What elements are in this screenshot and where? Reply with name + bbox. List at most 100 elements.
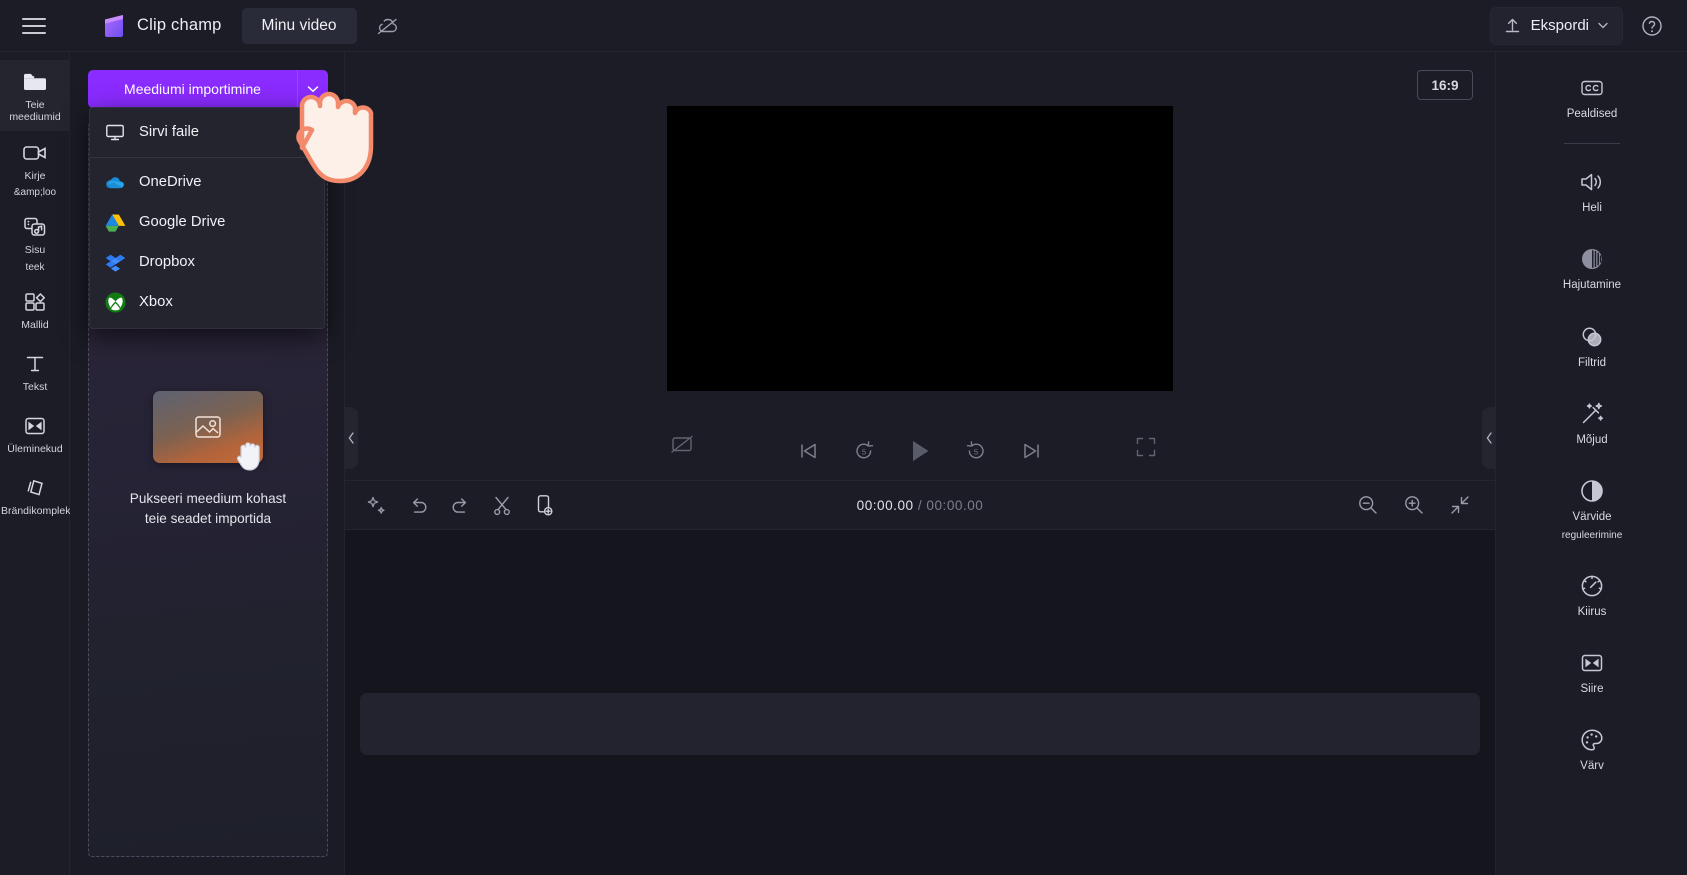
menu-item-google-drive[interactable]: Google Drive — [90, 202, 324, 242]
right-item-label: Kiirus — [1577, 605, 1607, 618]
timecode-display: 00:00.00 / 00:00.00 — [345, 498, 1495, 513]
xbox-icon — [104, 291, 126, 313]
skip-to-end-icon — [1024, 443, 1039, 459]
skip-to-start-icon — [801, 443, 816, 459]
top-bar: Clip champ Minu video Ekspordi — [0, 0, 1687, 52]
menu-item-label: Sirvi faile — [139, 124, 200, 140]
sidebar-label: Mallid — [21, 319, 49, 332]
cloud-off-icon[interactable] — [369, 9, 407, 43]
menu-divider — [90, 157, 324, 158]
sidebar-label: Kirje — [24, 169, 46, 182]
forward-5-button[interactable]: 5 — [961, 436, 991, 466]
current-time: 00:00.00 — [856, 497, 914, 513]
sidebar-label: Tekst — [22, 381, 48, 394]
drag-hand-icon — [231, 432, 271, 481]
google-drive-icon — [104, 211, 126, 233]
content-library-icon — [22, 214, 48, 240]
left-sidebar: Teie meediumid Kirje &amp;loo Sisu teek … — [0, 52, 74, 875]
dropzone-text: Pukseeri meedium kohast teie seadet impo… — [108, 489, 308, 528]
timeline-toolbar: 00:00.00 / 00:00.00 — [345, 480, 1495, 530]
right-item-fade[interactable]: Hajutamine — [1496, 237, 1687, 298]
video-preview[interactable] — [667, 106, 1173, 391]
right-item-color-balance[interactable]: Värvide reguleerimine — [1496, 469, 1687, 548]
right-item-label: Pealdised — [1566, 108, 1618, 120]
fullscreen-button[interactable] — [1135, 436, 1157, 463]
menu-item-onedrive[interactable]: OneDrive — [90, 162, 324, 202]
right-item-label: Mõjud — [1576, 433, 1608, 446]
timeline-body[interactable] — [345, 530, 1495, 875]
color-balance-icon — [1578, 477, 1606, 505]
export-button[interactable]: Ekspordi — [1489, 6, 1623, 45]
right-item-transition[interactable]: Siire — [1496, 641, 1687, 702]
right-item-label: Värvide — [1572, 511, 1612, 524]
sidebar-item-templates[interactable]: Mallid — [0, 280, 70, 342]
dropzone-text-line1: Pukseeri meedium kohast — [129, 491, 287, 507]
closed-captions-icon — [1578, 74, 1606, 102]
help-button[interactable] — [1633, 7, 1671, 45]
menu-item-label: Dropbox — [139, 254, 195, 270]
video-camera-icon — [22, 140, 48, 166]
clipchamp-editor: Clip champ Minu video Ekspordi Teie meed… — [0, 0, 1687, 875]
timeline-track[interactable] — [360, 693, 1480, 755]
export-label: Ekspordi — [1530, 17, 1589, 34]
menu-item-dropbox[interactable]: Dropbox — [90, 242, 324, 282]
help-circle-icon — [1642, 15, 1662, 36]
speedometer-icon — [1578, 572, 1606, 600]
player-controls: 5 5 — [345, 422, 1495, 480]
right-item-label: Heli — [1582, 202, 1602, 215]
aspect-ratio-button[interactable]: 16:9 — [1417, 70, 1473, 100]
dropzone-thumbnail — [153, 391, 263, 471]
filters-icon — [1578, 323, 1606, 351]
sidebar-item-text[interactable]: Tekst — [0, 342, 70, 404]
folder-icon — [22, 69, 48, 95]
monitor-icon — [104, 121, 126, 143]
menu-item-label: OneDrive — [139, 174, 202, 190]
sidebar-item-transitions[interactable]: Üleminekud — [0, 404, 70, 466]
import-media-split-button: Meediumi importimine — [88, 70, 328, 108]
rewind-5-icon: 5 — [856, 441, 874, 459]
sidebar-item-your-media[interactable]: Teie meediumid — [0, 60, 70, 131]
menu-item-browse-files[interactable]: Sirvi faile — [90, 112, 324, 152]
hamburger-menu-icon[interactable] — [12, 4, 56, 48]
fade-icon — [1578, 245, 1606, 273]
sidebar-item-content-library[interactable]: Sisu teek — [0, 205, 70, 280]
brand: Clip champ — [100, 13, 222, 39]
menu-item-label: Google Drive — [139, 214, 226, 230]
templates-icon — [22, 289, 48, 315]
import-dropdown-menu: Sirvi faile OneDrive Google Drive Dropbo… — [89, 107, 325, 329]
total-time: 00:00.00 — [926, 497, 984, 513]
right-item-filters[interactable]: Filtrid — [1496, 315, 1687, 376]
right-item-label: Värv — [1580, 760, 1604, 773]
clipchamp-logo-icon — [100, 13, 128, 39]
right-item-effects[interactable]: Mõjud — [1496, 392, 1687, 453]
skip-to-start-button[interactable] — [793, 436, 823, 466]
preview-stage: 16:9 5 5 00:00.00 / 00:00.00 — [344, 52, 1496, 875]
right-rail-divider — [1563, 143, 1620, 145]
play-button[interactable] — [905, 436, 935, 466]
import-media-dropdown-toggle[interactable] — [297, 70, 328, 108]
chevron-down-icon — [307, 86, 319, 93]
svg-text:5: 5 — [974, 448, 978, 457]
sidebar-label: Teie meediumid — [9, 99, 61, 123]
right-item-label: Hajutamine — [1562, 279, 1622, 292]
rewind-5-button[interactable]: 5 — [849, 436, 879, 466]
sidebar-label: Brändikomplekt — [1, 505, 74, 518]
skip-to-end-button[interactable] — [1017, 436, 1047, 466]
dropbox-icon — [104, 251, 126, 273]
project-tab[interactable]: Minu video — [241, 7, 357, 44]
right-item-color[interactable]: Värv — [1496, 718, 1687, 779]
menu-item-label: Xbox — [139, 294, 173, 310]
right-item-label: Filtrid — [1577, 356, 1607, 369]
import-media-button[interactable]: Meediumi importimine — [88, 70, 297, 108]
transitions-icon — [22, 413, 48, 439]
right-item-speed[interactable]: Kiirus — [1496, 564, 1687, 625]
right-item-audio[interactable]: Heli — [1496, 160, 1687, 221]
menu-item-xbox[interactable]: Xbox — [90, 282, 324, 322]
right-sidebar: Pealdised Heli Hajutamine Filtrid Mõjud … — [1495, 52, 1687, 875]
sidebar-item-brand-kit[interactable]: Brändikomplekt — [0, 466, 74, 528]
sidebar-label: Sisu — [24, 244, 46, 257]
svg-text:5: 5 — [862, 448, 866, 457]
sidebar-item-record-create[interactable]: Kirje &amp;loo — [0, 131, 70, 206]
right-item-captions[interactable]: Pealdised — [1496, 66, 1687, 127]
text-icon — [22, 351, 48, 377]
